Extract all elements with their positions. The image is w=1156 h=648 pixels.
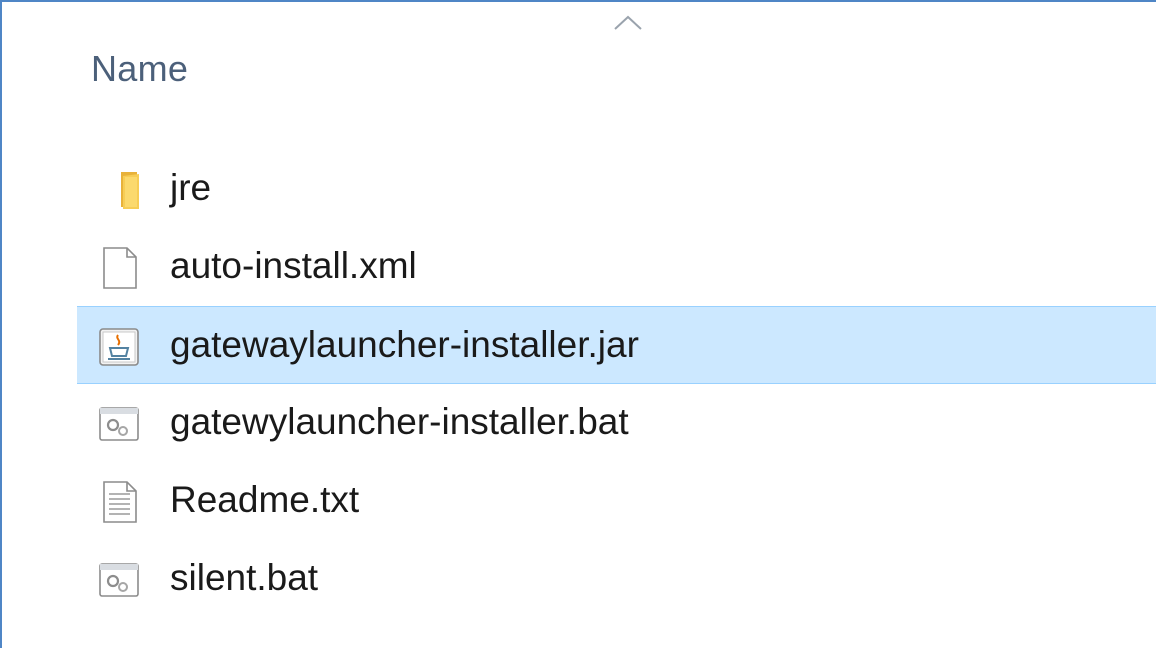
- file-name: Readme.txt: [170, 479, 360, 520]
- batch-file-icon: [99, 407, 139, 441]
- file-name: jre: [170, 167, 212, 208]
- file-name: gatewylauncher-installer.bat: [170, 401, 629, 442]
- file-row-auto-install-xml[interactable]: auto-install.xml: [77, 228, 1156, 306]
- file-row-jre[interactable]: jre: [77, 150, 1156, 228]
- file-row-gatewylauncher-installer-bat[interactable]: gatewylauncher-installer.bat: [77, 384, 1156, 462]
- text-file-icon: [103, 481, 137, 523]
- file-name: silent.bat: [170, 557, 319, 598]
- batch-file-icon: [99, 563, 139, 597]
- file-name: auto-install.xml: [170, 245, 417, 286]
- file-row-readme-txt[interactable]: Readme.txt: [77, 462, 1156, 540]
- chevron-up-icon[interactable]: [613, 14, 643, 32]
- folder-icon: [121, 172, 139, 209]
- blank-file-icon: [103, 247, 137, 289]
- file-row-gatewaylauncher-installer-jar[interactable]: gatewaylauncher-installer.jar: [77, 306, 1156, 384]
- file-name: gatewaylauncher-installer.jar: [170, 324, 639, 365]
- java-jar-icon: [99, 328, 139, 366]
- file-explorer-pane: Name jre auto-install.xml gatewaylaunche…: [0, 0, 1156, 648]
- name-column-header[interactable]: Name: [91, 48, 188, 90]
- file-row-silent-bat[interactable]: silent.bat: [77, 540, 1156, 618]
